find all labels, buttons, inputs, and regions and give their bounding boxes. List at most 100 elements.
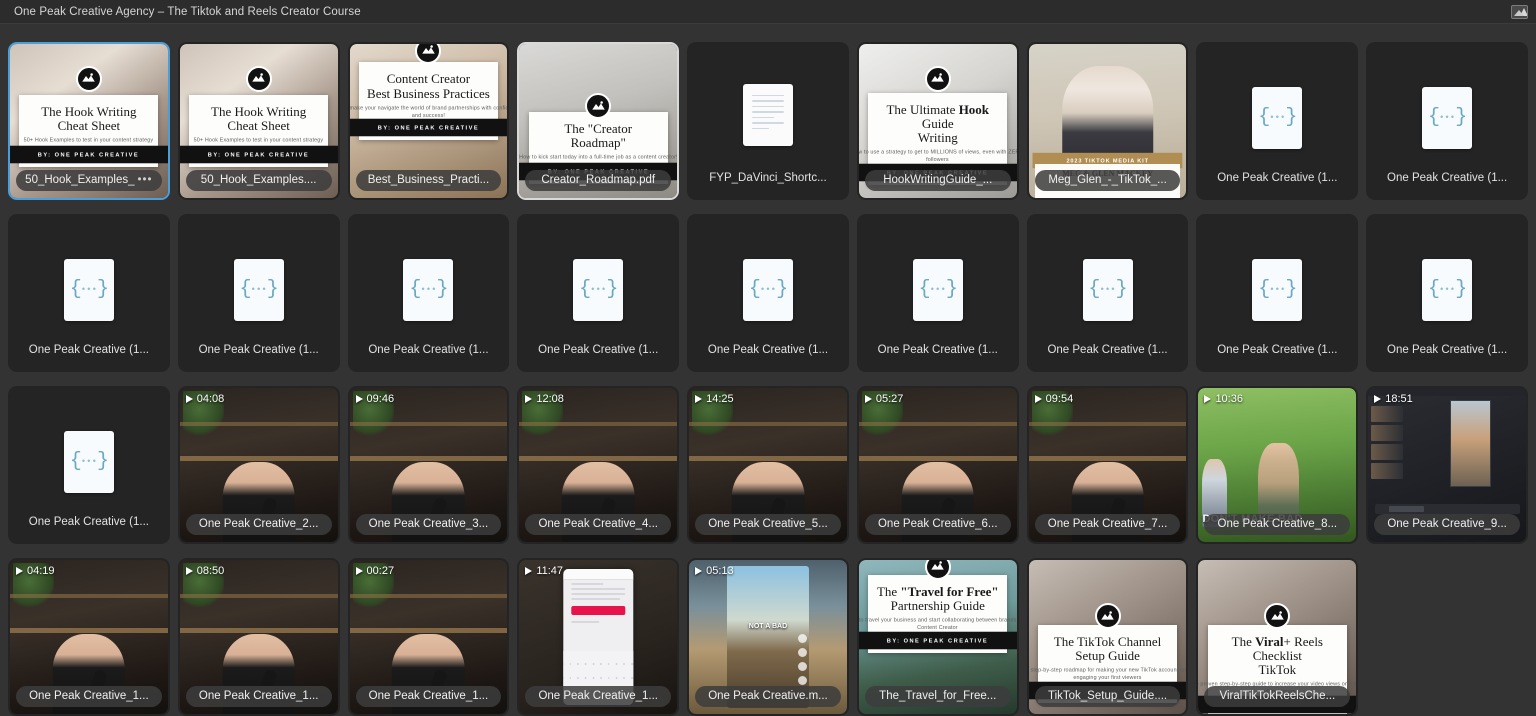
grid-cell[interactable]: 05:27 One Peak Creative_6... — [856, 386, 1019, 544]
grid-cell[interactable]: NOT A BAD 05:13 One Peak Creative.m... — [687, 558, 849, 716]
file-tile-json-12[interactable]: {•••} One Peak Creative (1... — [517, 214, 680, 372]
file-tile-json-8[interactable]: {•••} One Peak Creative (1... — [1366, 42, 1528, 200]
play-icon — [185, 567, 193, 575]
grid-cell[interactable]: {•••} One Peak Creative (1... — [177, 214, 340, 372]
file-name-text: One Peak Creative_1... — [29, 690, 149, 702]
brand-logo-icon — [75, 65, 102, 92]
video-duration-badge: 18:51 — [1374, 393, 1413, 405]
file-name-label: TikTok_Setup_Guide.... — [1034, 686, 1181, 707]
file-tile-video-23[interactable]: 05:27 One Peak Creative_6... — [856, 386, 1019, 544]
grid-cell[interactable]: 09:54 One Peak Creative_7... — [1026, 386, 1189, 544]
file-tile-json-9[interactable]: {•••} One Peak Creative (1... — [8, 214, 170, 372]
grid-cell[interactable]: 11:47 One Peak Creative_1... — [517, 558, 680, 716]
play-icon — [695, 395, 703, 403]
file-tile-video-20[interactable]: 09:46 One Peak Creative_3... — [347, 386, 510, 544]
overflow-ellipsis-icon[interactable]: ••• — [138, 170, 153, 191]
file-tile-pdf-32[interactable]: The "Travel for Free"Partnership GuideHo… — [856, 558, 1019, 716]
file-tile-doc-4[interactable]: FYP_DaVinci_Shortc... — [687, 42, 849, 200]
file-tile-video-26[interactable]: 18:51 One Peak Creative_9... — [1366, 386, 1528, 544]
file-tile-pdf-33[interactable]: The TikTok Channel Setup Guide A step-by-s… — [1026, 558, 1189, 716]
file-tile-image-6[interactable]: 2023 TIKTOK MEDIA KITMEG & GLEN MACKEYMe… — [1026, 42, 1189, 200]
grid-cell[interactable]: 12:08 One Peak Creative_4... — [517, 386, 680, 544]
file-tile-video-21[interactable]: 12:08 One Peak Creative_4... — [517, 386, 680, 544]
window-title: One Peak Creative Agency – The Tiktok an… — [14, 5, 361, 18]
grid-cell[interactable]: 18:51 One Peak Creative_9... — [1366, 386, 1528, 544]
grid-cell[interactable]: DON'T MAKE BAD10:36One Peak Creative_8..… — [1196, 386, 1359, 544]
grid-cell[interactable]: {•••} One Peak Creative (1... — [517, 214, 680, 372]
json-file-icon: {•••} — [742, 258, 793, 321]
file-tile-json-13[interactable]: {•••} One Peak Creative (1... — [687, 214, 849, 372]
duration-text: 09:54 — [1045, 393, 1074, 405]
grid-cell[interactable]: 2023 TIKTOK MEDIA KITMEG & GLEN MACKEYMe… — [1026, 42, 1189, 200]
grid-cell[interactable]: {•••} One Peak Creative (1... — [1026, 214, 1189, 372]
file-name-text: The_Travel_for_Free... — [879, 690, 997, 702]
file-tile-video-22[interactable]: 14:25 One Peak Creative_5... — [687, 386, 849, 544]
file-tile-pdf-5[interactable]: The Ultimate Hook Guide Writing How to use… — [856, 42, 1019, 200]
grid-cell[interactable]: {•••} One Peak Creative (1... — [856, 214, 1019, 372]
file-tile-json-17[interactable]: {•••} One Peak Creative (1... — [1366, 214, 1528, 372]
grid-cell[interactable]: 00:27 One Peak Creative_1... — [347, 558, 510, 716]
play-icon — [185, 395, 193, 403]
grid-cell[interactable]: 09:46 One Peak Creative_3... — [347, 386, 510, 544]
file-tile-json-15[interactable]: {•••} One Peak Creative (1... — [1026, 214, 1189, 372]
duration-text: 09:46 — [366, 393, 395, 405]
grid-cell[interactable]: Content CreatorBest Business PracticesLe… — [347, 42, 510, 200]
file-name-text: 50_Hook_Examples_ — [25, 174, 135, 186]
file-tile-video-27[interactable]: 04:19 One Peak Creative_1... — [8, 558, 170, 716]
grid-cell[interactable]: The "Creator Roadmap" How to kick start t… — [517, 42, 680, 200]
file-name-label: HookWritingGuide_... — [864, 170, 1011, 191]
file-tile-video-30[interactable]: 11:47 One Peak Creative_1... — [517, 558, 680, 716]
grid-cell[interactable]: {•••} One Peak Creative (1... — [8, 214, 170, 372]
grid-cell[interactable]: {•••} One Peak Creative (1... — [687, 214, 849, 372]
file-tile-video-25[interactable]: DON'T MAKE BAD10:36One Peak Creative_8..… — [1196, 386, 1359, 544]
grid-cell[interactable]: 14:25 One Peak Creative_5... — [687, 386, 849, 544]
file-tile-json-11[interactable]: {•••} One Peak Creative (1... — [347, 214, 510, 372]
title-bar-actions — [1511, 4, 1528, 19]
file-tile-json-14[interactable]: {•••} One Peak Creative (1... — [856, 214, 1019, 372]
grid-cell[interactable]: The TikTok Channel Setup Guide A step-by-s… — [1026, 558, 1189, 716]
grid-cell[interactable]: The Hook Writing Cheat Sheet 50+ Hook Exam… — [177, 42, 340, 200]
file-tile-json-18[interactable]: {•••} One Peak Creative (1... — [8, 386, 170, 544]
file-name-label: One Peak Creative_6... — [864, 514, 1011, 535]
play-icon — [1204, 395, 1212, 403]
grid-cell[interactable]: {•••} One Peak Creative (1... — [1366, 214, 1528, 372]
file-tile-video-19[interactable]: 04:08 One Peak Creative_2... — [177, 386, 340, 544]
json-file-icon: {•••} — [1252, 258, 1303, 321]
grid-cell[interactable]: {•••} One Peak Creative (1... — [1366, 42, 1528, 200]
file-thumbnail-grid[interactable]: The Hook Writing Cheat Sheet 50+ Hook Exam… — [0, 24, 1536, 716]
file-tile-video-29[interactable]: 00:27 One Peak Creative_1... — [347, 558, 510, 716]
file-tile-pdf-0[interactable]: The Hook Writing Cheat Sheet 50+ Hook Exam… — [8, 42, 170, 200]
play-icon — [695, 567, 703, 575]
grid-cell[interactable]: 04:19 One Peak Creative_1... — [8, 558, 170, 716]
file-tile-json-16[interactable]: {•••} One Peak Creative (1... — [1196, 214, 1359, 372]
shelf-upper — [858, 421, 1017, 426]
grid-cell[interactable]: The Viral+ Reels Checklist TikTokThe pro… — [1196, 558, 1359, 716]
grid-cell[interactable]: {•••} One Peak Creative (1... — [1196, 214, 1359, 372]
file-tile-pdf-1[interactable]: The Hook Writing Cheat Sheet 50+ Hook Exam… — [177, 42, 340, 200]
file-tile-pdf-2[interactable]: Content CreatorBest Business PracticesLe… — [347, 42, 510, 200]
grid-cell[interactable]: The Ultimate Hook Guide Writing How to use… — [856, 42, 1019, 200]
video-duration-badge: 05:13 — [695, 565, 734, 577]
grid-cell[interactable]: 08:50 One Peak Creative_1... — [177, 558, 340, 716]
image-preview-icon[interactable] — [1511, 4, 1528, 19]
grid-cell[interactable]: 04:08 One Peak Creative_2... — [177, 386, 340, 544]
grid-cell[interactable]: {•••} One Peak Creative (1... — [8, 386, 170, 544]
file-tile-pdf-3[interactable]: The "Creator Roadmap" How to kick start t… — [517, 42, 680, 200]
grid-cell[interactable]: The "Travel for Free"Partnership GuideHo… — [856, 558, 1019, 716]
file-tile-video-24[interactable]: 09:54 One Peak Creative_7... — [1026, 386, 1189, 544]
grid-cell[interactable]: The Hook Writing Cheat Sheet 50+ Hook Exam… — [8, 42, 170, 200]
file-tile-json-10[interactable]: {•••} One Peak Creative (1... — [177, 214, 340, 372]
duration-text: 04:08 — [196, 393, 225, 405]
file-tile-pdf-34[interactable]: The Viral+ Reels Checklist TikTokThe pro… — [1196, 558, 1359, 716]
file-tile-json-7[interactable]: {•••} One Peak Creative (1... — [1196, 42, 1359, 200]
grid-cell[interactable]: FYP_DaVinci_Shortc... — [687, 42, 849, 200]
grid-cell[interactable]: {•••} One Peak Creative (1... — [1196, 42, 1359, 200]
file-name-label: 50_Hook_Examples.... — [185, 170, 332, 191]
grid-cell[interactable]: {•••} One Peak Creative (1... — [347, 214, 510, 372]
file-name-label: One Peak Creative (1... — [519, 340, 677, 361]
video-overlay-text: NOT A BAD — [748, 622, 788, 630]
brand-logo-icon — [924, 65, 951, 92]
file-tile-video-31[interactable]: NOT A BAD 05:13 One Peak Creative.m... — [687, 558, 849, 716]
json-file-icon: {•••} — [912, 258, 963, 321]
file-tile-video-28[interactable]: 08:50 One Peak Creative_1... — [177, 558, 340, 716]
